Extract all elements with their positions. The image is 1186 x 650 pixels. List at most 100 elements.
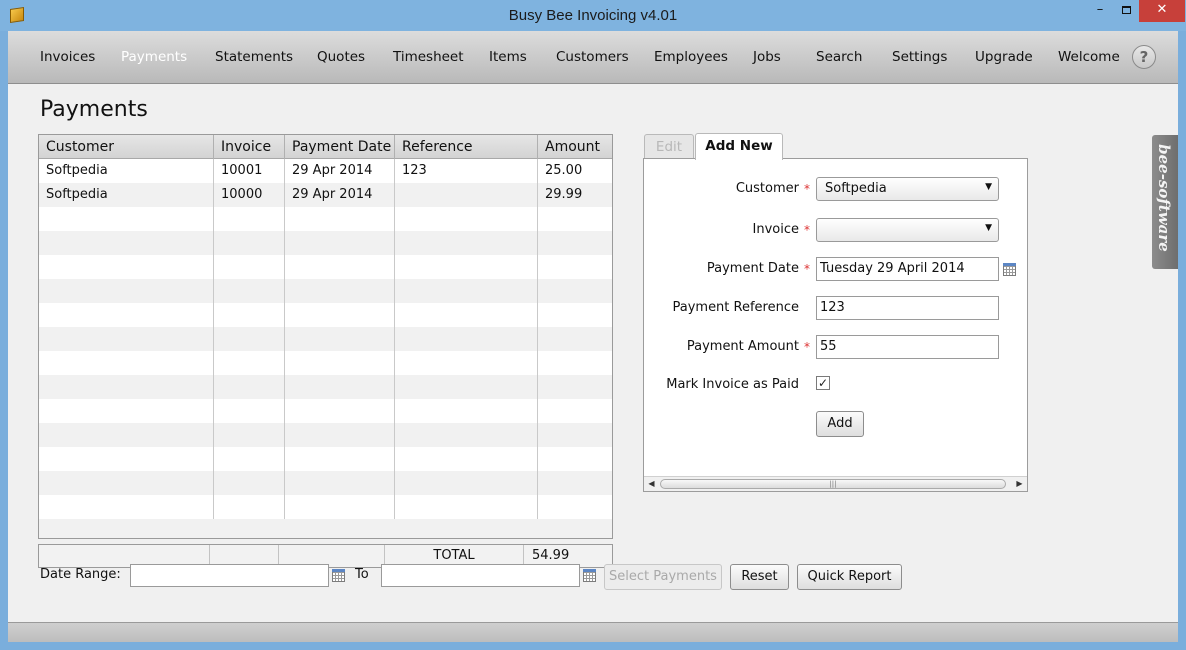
column-header-amount[interactable]: Amount [538, 135, 612, 159]
chevron-down-icon: ▼ [985, 182, 992, 192]
close-button[interactable]: ✕ [1139, 0, 1185, 22]
window-title: Busy Bee Invoicing v4.01 [508, 7, 678, 24]
invoice-label: Invoice [752, 222, 799, 237]
nav-search[interactable]: Search [816, 49, 862, 65]
column-header-invoice[interactable]: Invoice [214, 135, 285, 159]
empty-row [39, 495, 612, 519]
to-label: To [355, 567, 369, 582]
nav-items[interactable]: Items [489, 49, 527, 65]
required-marker: * [804, 182, 810, 196]
tab-edit[interactable]: Edit [644, 134, 694, 159]
nav-quotes[interactable]: Quotes [317, 49, 365, 65]
nav-statements[interactable]: Statements [215, 49, 293, 65]
cell-amount: 29.99 [545, 187, 583, 202]
minimize-button[interactable]: – [1087, 0, 1113, 22]
payment-amount-label: Payment Amount [686, 339, 799, 354]
calendar-icon[interactable] [1003, 263, 1016, 276]
add-button[interactable]: Add [816, 411, 864, 437]
nav-welcome[interactable]: Welcome [1058, 49, 1120, 65]
payment-date-label: Payment Date [706, 261, 799, 276]
required-marker: * [804, 262, 810, 276]
table-body: Softpedia 10001 29 Apr 2014 123 25.00 So… [39, 159, 612, 538]
help-icon[interactable]: ? [1132, 45, 1156, 69]
select-payments-button[interactable]: Select Payments [604, 564, 722, 590]
table-row[interactable]: Softpedia 10001 29 Apr 2014 123 25.00 [39, 159, 612, 183]
empty-row [39, 207, 612, 231]
nav-customers[interactable]: Customers [556, 49, 629, 65]
title-bar: Busy Bee Invoicing v4.01 – ✕ [0, 0, 1186, 31]
empty-row [39, 471, 612, 495]
required-marker: * [804, 223, 810, 237]
scroll-left-icon[interactable]: ◀ [644, 477, 659, 491]
cell-invoice: 10001 [221, 163, 263, 178]
empty-row [39, 519, 612, 538]
column-header-reference[interactable]: Reference [395, 135, 538, 159]
tab-add-new[interactable]: Add New [695, 133, 783, 160]
date-from-input[interactable] [130, 564, 329, 587]
status-bar [8, 622, 1178, 642]
nav-invoices[interactable]: Invoices [40, 49, 95, 65]
client-area: Invoices Payments Statements Quotes Time… [8, 31, 1178, 642]
table-row[interactable]: Softpedia 10000 29 Apr 2014 29.99 [39, 183, 612, 207]
customer-select[interactable]: Softpedia ▼ [816, 177, 999, 201]
column-divider [394, 159, 395, 519]
empty-row [39, 303, 612, 327]
bee-software-tab[interactable]: bee-software [1152, 135, 1178, 269]
required-marker: * [804, 340, 810, 354]
payment-reference-input[interactable]: 123 [816, 296, 999, 320]
empty-row [39, 351, 612, 375]
chevron-down-icon: ▼ [985, 223, 992, 233]
nav-jobs[interactable]: Jobs [753, 49, 781, 65]
cell-customer: Softpedia [46, 163, 108, 178]
mark-paid-checkbox[interactable]: ✓ [816, 376, 830, 390]
empty-row [39, 399, 612, 423]
cell-reference [395, 183, 402, 207]
payment-form: Customer * Softpedia ▼ Invoice * ▼ Payme… [643, 158, 1028, 492]
cell-reference: 123 [402, 163, 427, 178]
column-divider [284, 159, 285, 519]
nav-timesheet[interactable]: Timesheet [393, 49, 464, 65]
cell-payment-date: 29 Apr 2014 [292, 187, 373, 202]
customer-select-value: Softpedia [825, 181, 887, 196]
cell-payment-date: 29 Apr 2014 [292, 163, 373, 178]
bee-software-label: bee-software [1155, 144, 1173, 252]
payment-amount-input[interactable]: 55 [816, 335, 999, 359]
date-to-input[interactable] [381, 564, 580, 587]
calendar-icon[interactable] [332, 569, 345, 582]
nav-upgrade[interactable]: Upgrade [975, 49, 1033, 65]
payments-table: Customer Invoice Payment Date Reference … [38, 134, 613, 539]
column-divider [213, 159, 214, 519]
empty-row [39, 423, 612, 447]
column-header-payment-date[interactable]: Payment Date [285, 135, 395, 159]
maximize-icon [1121, 6, 1131, 14]
empty-row [39, 279, 612, 303]
date-range-label: Date Range: [40, 567, 121, 582]
maximize-button[interactable] [1113, 0, 1139, 22]
form-horizontal-scrollbar[interactable]: ◀ ||| ▶ [644, 476, 1027, 491]
nav-settings[interactable]: Settings [892, 49, 947, 65]
main-nav: Invoices Payments Statements Quotes Time… [8, 31, 1178, 84]
column-header-customer[interactable]: Customer [39, 135, 214, 159]
cell-customer: Softpedia [46, 187, 108, 202]
empty-row [39, 255, 612, 279]
calendar-icon[interactable] [583, 569, 596, 582]
nav-employees[interactable]: Employees [654, 49, 728, 65]
customer-label: Customer [735, 181, 799, 196]
mark-paid-label: Mark Invoice as Paid [666, 377, 799, 392]
scroll-right-icon[interactable]: ▶ [1012, 477, 1027, 491]
scroll-thumb[interactable]: ||| [660, 479, 1006, 489]
column-divider [537, 159, 538, 519]
nav-payments[interactable]: Payments [121, 49, 187, 65]
quick-report-button[interactable]: Quick Report [797, 564, 902, 590]
page-title: Payments [40, 97, 148, 122]
invoice-select[interactable]: ▼ [816, 218, 999, 242]
empty-row [39, 231, 612, 255]
payment-date-input[interactable]: Tuesday 29 April 2014 [816, 257, 999, 281]
empty-row [39, 327, 612, 351]
reset-button[interactable]: Reset [730, 564, 789, 590]
empty-row [39, 447, 612, 471]
cell-amount: 25.00 [545, 163, 583, 178]
table-header: Customer Invoice Payment Date Reference … [39, 135, 612, 159]
empty-row [39, 375, 612, 399]
app-window: Busy Bee Invoicing v4.01 – ✕ Invoices Pa… [0, 0, 1186, 650]
